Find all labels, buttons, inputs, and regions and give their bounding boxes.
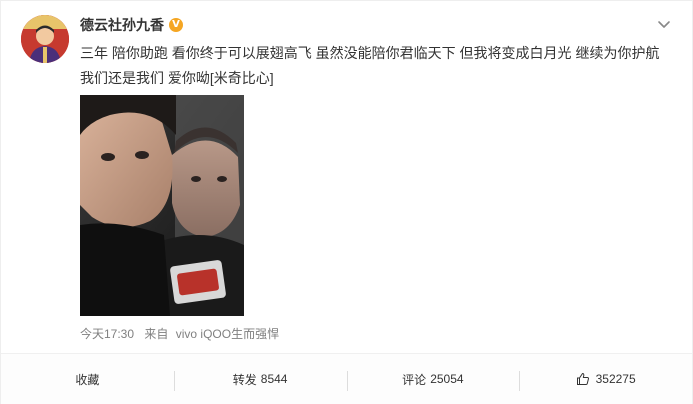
- thumbs-up-icon: [576, 373, 589, 385]
- verified-icon: V: [169, 18, 183, 32]
- favorite-label: 收藏: [75, 372, 100, 387]
- post-photo[interactable]: [80, 95, 244, 316]
- repost-button[interactable]: 转发 8544: [173, 354, 347, 404]
- post-text: 三年 陪你助跑 看你终于可以展翅高飞 虽然没能陪你君临天下 但我将变成白月光 继…: [80, 45, 660, 86]
- comment-label: 评论: [402, 372, 427, 387]
- post-header: 德云社孙九香 V: [80, 15, 183, 35]
- favorite-button[interactable]: 收藏: [1, 354, 174, 404]
- chevron-down-icon[interactable]: [655, 15, 673, 33]
- repost-count: 8544: [260, 372, 288, 386]
- repost-label: 转发: [232, 372, 257, 387]
- source-name[interactable]: vivo iQOO生而强悍: [176, 327, 279, 341]
- source-prefix: 来自: [144, 327, 169, 341]
- like-button[interactable]: 352275: [519, 354, 692, 404]
- comment-button[interactable]: 评论 25054: [346, 354, 520, 404]
- post-meta: 今天17:30 来自 vivo iQOO生而强悍: [80, 327, 279, 341]
- username[interactable]: 德云社孙九香: [80, 15, 164, 35]
- comment-count: 25054: [430, 372, 464, 386]
- like-count: 352275: [595, 372, 636, 386]
- post-time[interactable]: 今天17:30: [80, 327, 134, 341]
- avatar[interactable]: [21, 15, 69, 63]
- weibo-post-card: 德云社孙九香 V 三年 陪你助跑 看你终于可以展翅高飞 虽然没能陪你君临天下 但…: [0, 0, 693, 404]
- action-bar: 收藏 转发 8544 评论 25054 352275: [1, 353, 692, 404]
